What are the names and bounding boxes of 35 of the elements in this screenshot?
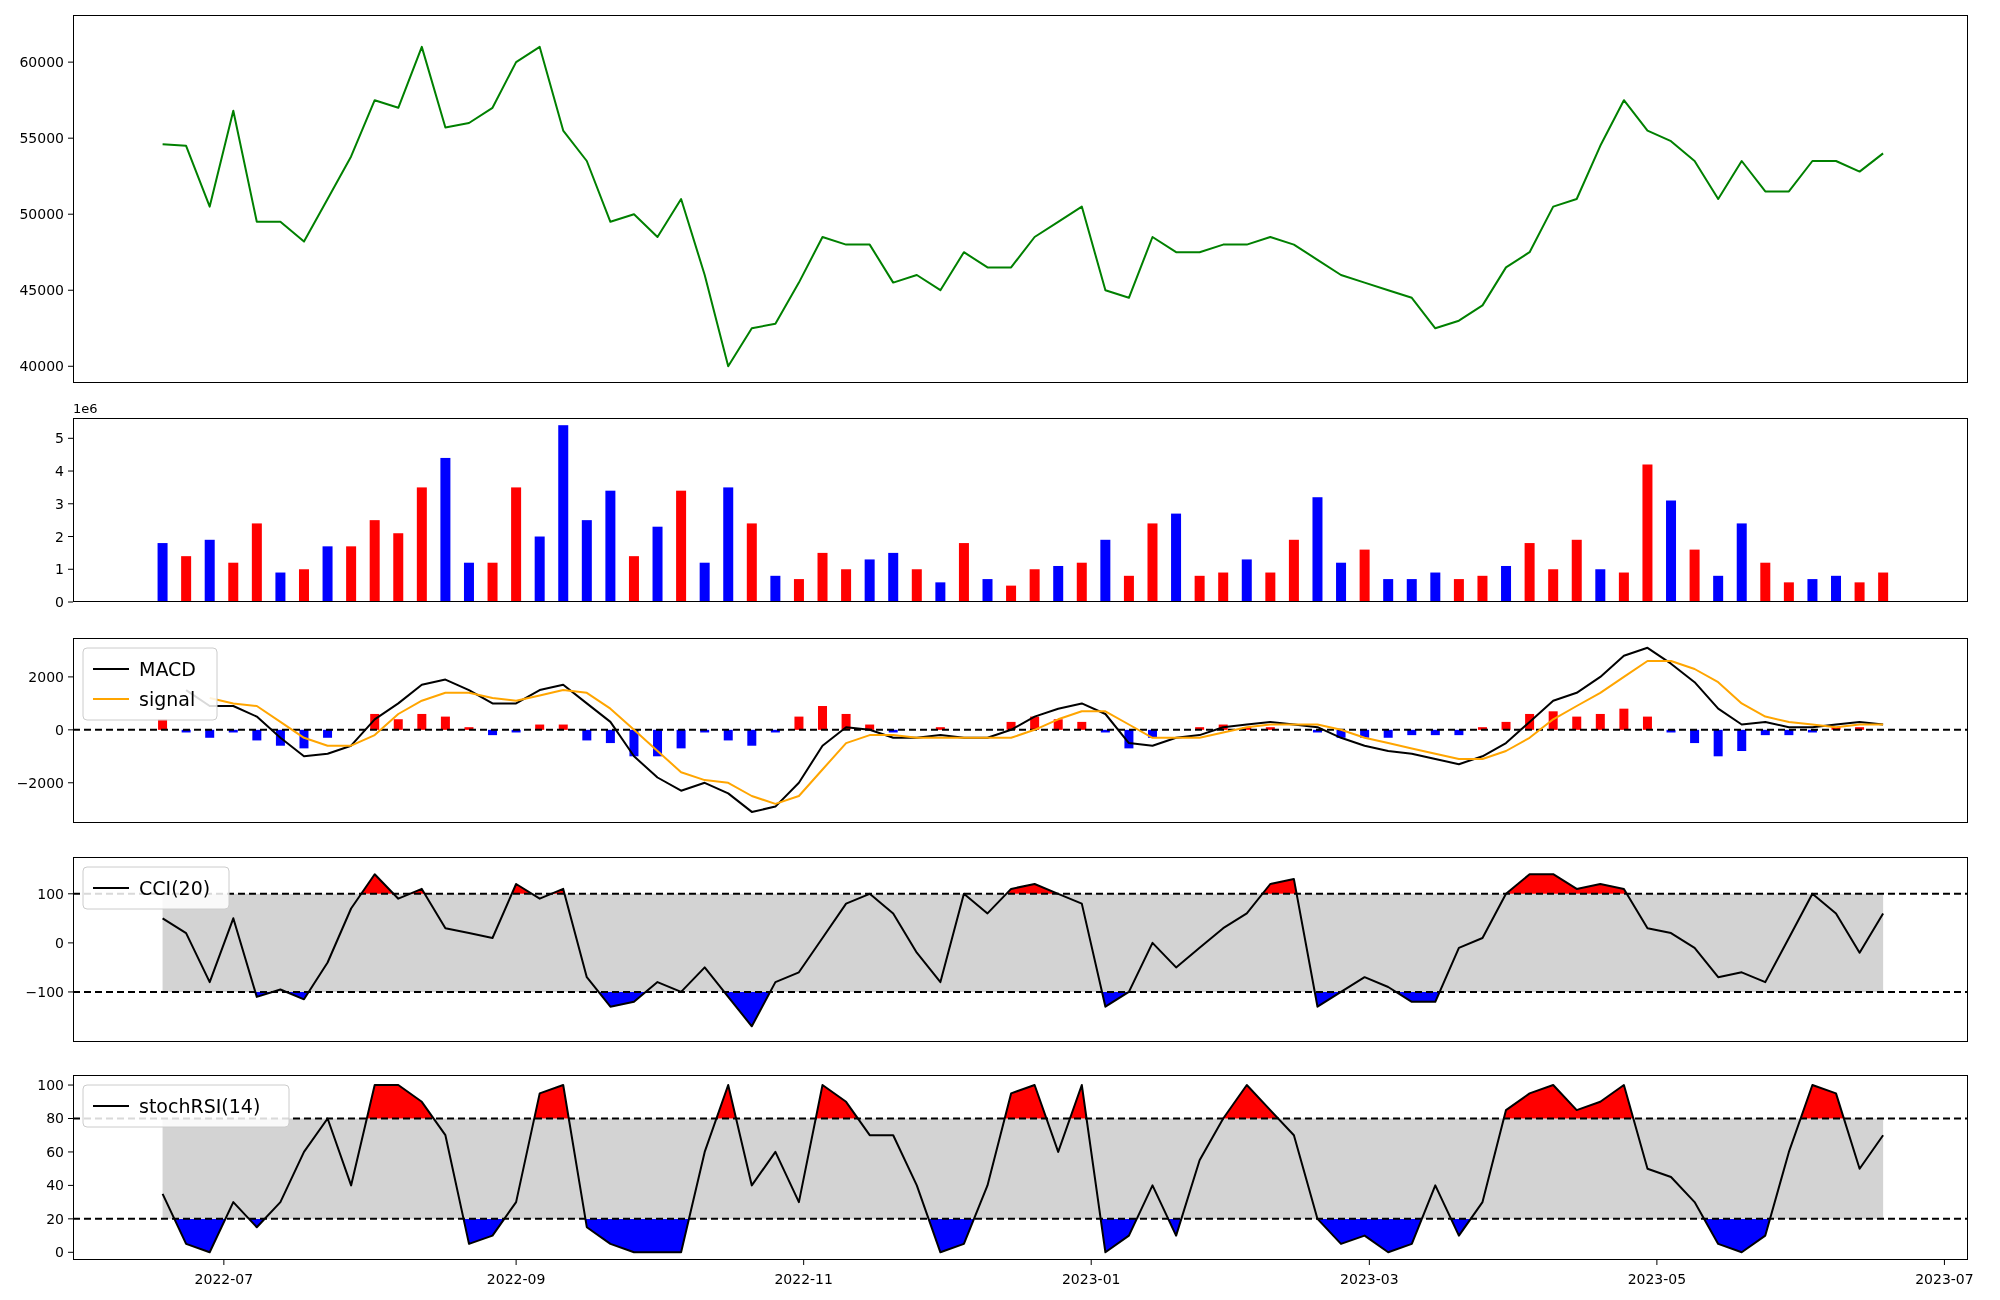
y-tick-label: 0	[55, 721, 64, 738]
y-tick-label: 0	[55, 934, 64, 951]
legend-label: stochRSI(14)	[139, 1095, 261, 1117]
y-tick-label: 50000	[19, 206, 64, 223]
x-tick-label: 2022-11	[774, 1271, 833, 1287]
x-tick-label: 2022-07	[194, 1271, 254, 1287]
y-tick-label: 4	[55, 463, 64, 480]
x-tick-label: 2023-01	[1061, 1271, 1121, 1287]
y-tick-label: 40000	[19, 358, 64, 375]
y-tick-label: 20	[46, 1210, 64, 1227]
legend-label: MACD	[139, 658, 196, 680]
y-tick-label: 2000	[28, 668, 64, 685]
y-tick-label: 55000	[19, 130, 64, 147]
x-tick-label: 2023-03	[1340, 1271, 1399, 1287]
y-tick-label: 80	[46, 1110, 64, 1127]
axis-offset-label: 1e6	[73, 401, 98, 416]
y-tick-label: 100	[37, 885, 64, 902]
y-tick-label: 40	[46, 1177, 64, 1194]
y-tick-label: 0	[55, 594, 64, 610]
y-tick-label: 2	[55, 528, 64, 545]
y-tick-label: 5	[55, 430, 64, 447]
y-tick-label: 60000	[19, 54, 64, 71]
y-tick-label: 100	[37, 1077, 64, 1094]
x-tick-label: 2022-09	[486, 1271, 546, 1287]
y-tick-label: 3	[55, 495, 64, 512]
y-tick-label: 1	[55, 561, 64, 578]
y-tick-label: −100	[25, 983, 64, 1000]
y-tick-label: −2000	[16, 774, 64, 791]
x-tick-label: 2023-07	[1915, 1271, 1974, 1287]
y-tick-label: 45000	[19, 282, 64, 299]
x-tick-label: 2023-05	[1627, 1271, 1687, 1287]
y-tick-label: 0	[55, 1244, 64, 1261]
legend-label: signal	[139, 688, 196, 710]
y-tick-label: 60	[46, 1143, 64, 1160]
legend-label: CCI(20)	[139, 877, 211, 899]
